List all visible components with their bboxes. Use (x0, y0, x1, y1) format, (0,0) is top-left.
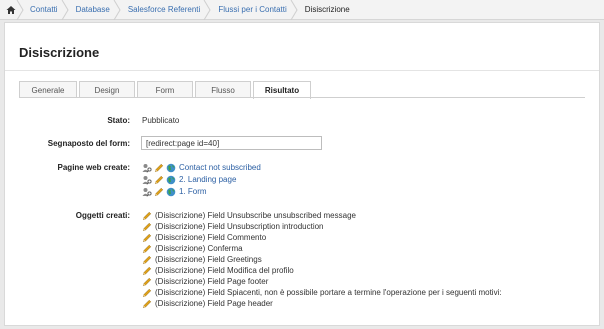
breadcrumb-label: Flussi per i Contatti (218, 5, 287, 14)
tab-design[interactable]: Design (79, 81, 135, 98)
breadcrumb-label: Database (75, 5, 110, 14)
object-item: (Disiscrizione) Field Page header (142, 298, 273, 309)
stato-value: Pubblicato (142, 116, 180, 125)
object-label: (Disiscrizione) Field Spiacenti, non è p… (155, 288, 502, 297)
pencil-icon[interactable] (142, 299, 152, 309)
segnaposto-field[interactable]: [redirect:page id=40] (141, 136, 322, 150)
page-item: 1. Form (142, 186, 207, 197)
tab-generale[interactable]: Generale (19, 81, 77, 98)
pagine-label: Pagine web create: (57, 163, 130, 172)
oggetti-label: Oggetti creati: (75, 211, 130, 220)
object-label: (Disiscrizione) Field Commento (155, 233, 267, 242)
object-label: (Disiscrizione) Field Page header (155, 299, 273, 308)
globe-icon[interactable] (166, 175, 176, 185)
object-label: (Disiscrizione) Conferma (155, 244, 243, 253)
pencil-icon[interactable] (142, 266, 152, 276)
globe-icon[interactable] (166, 163, 176, 173)
pencil-icon[interactable] (142, 222, 152, 232)
object-item: (Disiscrizione) Field Modifica del profi… (142, 265, 294, 276)
tab-bar: Generale Design Form Flusso Risultato (19, 81, 313, 99)
pencil-icon[interactable] (142, 211, 152, 221)
page-item: 2. Landing page (142, 174, 236, 185)
tab-flusso[interactable]: Flusso (195, 81, 251, 98)
page-link-contact-not-subscribed[interactable]: Contact not subscribed (179, 163, 261, 172)
object-label: (Disiscrizione) Field Greetings (155, 255, 262, 264)
tab-form[interactable]: Form (137, 81, 193, 98)
pencil-icon[interactable] (154, 163, 164, 173)
stato-label: Stato: (107, 116, 130, 125)
object-item: (Disiscrizione) Field Unsubscription int… (142, 221, 324, 232)
breadcrumb: Contatti Database Salesforce Referenti F… (0, 0, 604, 20)
object-item: (Disiscrizione) Conferma (142, 243, 243, 254)
home-icon (6, 5, 16, 14)
tabs-divider (19, 97, 585, 98)
breadcrumb-item-current: Disiscrizione (297, 0, 360, 19)
segnaposto-label: Segnaposto del form: (47, 139, 130, 148)
pencil-icon[interactable] (142, 233, 152, 243)
pencil-icon[interactable] (142, 288, 152, 298)
object-item: (Disiscrizione) Field Spiacenti, non è p… (142, 287, 502, 298)
breadcrumb-label: Salesforce Referenti (127, 5, 201, 14)
object-label: (Disiscrizione) Field Page footer (155, 277, 269, 286)
breadcrumb-item-salesforce-referenti[interactable]: Salesforce Referenti (120, 0, 211, 20)
object-label: (Disiscrizione) Field Modifica del profi… (155, 266, 294, 275)
object-item: (Disiscrizione) Field Greetings (142, 254, 262, 265)
breadcrumb-home[interactable] (0, 0, 24, 20)
breadcrumb-item-database[interactable]: Database (68, 0, 121, 20)
key-user-icon[interactable] (142, 187, 152, 197)
object-label: (Disiscrizione) Field Unsubscription int… (155, 222, 324, 231)
breadcrumb-item-flussi[interactable]: Flussi per i Contatti (210, 0, 298, 20)
pencil-icon[interactable] (154, 187, 164, 197)
breadcrumb-item-contatti[interactable]: Contatti (22, 0, 69, 20)
key-user-icon[interactable] (142, 175, 152, 185)
page-item: Contact not subscribed (142, 162, 261, 173)
page-link-form[interactable]: 1. Form (179, 187, 207, 196)
title-divider (5, 70, 599, 71)
pencil-icon[interactable] (142, 277, 152, 287)
key-user-icon[interactable] (142, 163, 152, 173)
globe-icon[interactable] (166, 187, 176, 197)
pencil-icon[interactable] (142, 244, 152, 254)
pencil-icon[interactable] (142, 255, 152, 265)
breadcrumb-label: Disiscrizione (304, 5, 350, 14)
page-title: Disiscrizione (19, 45, 100, 60)
pencil-icon[interactable] (154, 175, 164, 185)
main-panel: Disiscrizione Generale Design Form Fluss… (4, 22, 600, 326)
object-item: (Disiscrizione) Field Unsubscribe unsubs… (142, 210, 356, 221)
object-label: (Disiscrizione) Field Unsubscribe unsubs… (155, 211, 356, 220)
object-item: (Disiscrizione) Field Commento (142, 232, 266, 243)
page-link-landing-page[interactable]: 2. Landing page (179, 175, 236, 184)
breadcrumb-label: Contatti (30, 5, 58, 14)
object-item: (Disiscrizione) Field Page footer (142, 276, 268, 287)
